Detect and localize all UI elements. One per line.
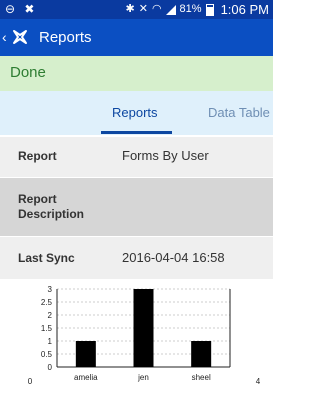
- tab-active-indicator: [101, 131, 172, 134]
- status-time: 1:06 PM: [220, 2, 269, 17]
- report-label: Report: [18, 149, 57, 163]
- status-bar: ⊖ ✖ ✱ ✕ ◠ 81% 1:06 PM: [0, 0, 273, 19]
- report-value: Forms By User: [122, 148, 209, 163]
- y-tick-label: 2.5: [41, 298, 53, 307]
- x-tick-label: 4: [256, 377, 261, 386]
- mute-icon: ✕: [138, 3, 148, 15]
- bar: [133, 289, 154, 367]
- y-tick-label: 3: [48, 285, 53, 294]
- report-description-row: Report Description: [0, 178, 273, 236]
- signal-icon: [165, 4, 176, 15]
- bar: [75, 341, 96, 367]
- y-tick-label: 1.5: [41, 324, 53, 333]
- status-right-icons: ✱ ✕ ◠ 81% 1:06 PM: [126, 3, 270, 16]
- app-logo-icon[interactable]: [11, 28, 29, 46]
- back-chevron-icon[interactable]: ‹: [2, 28, 7, 46]
- last-sync-value: 2016-04-04 16:58: [122, 250, 225, 265]
- x-category-label: amelia: [74, 373, 98, 382]
- bluetooth-icon: ✱: [125, 3, 135, 15]
- tab-data-table[interactable]: Data Table: [208, 105, 270, 121]
- status-left-icons: ⊖ ✖: [5, 2, 34, 16]
- x-category-label: sheel: [192, 373, 211, 382]
- report-row: Report Forms By User: [0, 137, 273, 177]
- last-sync-label: Last Sync: [18, 251, 75, 265]
- y-tick-label: 0: [48, 363, 53, 372]
- battery-percent: 81%: [179, 3, 202, 15]
- y-tick-label: 2: [48, 311, 53, 320]
- app-logo-icon: ✖: [24, 2, 35, 16]
- last-sync-row: Last Sync 2016-04-04 16:58: [0, 237, 273, 279]
- forms-by-user-chart: 0 0.5 1 1.5 2 2.5 3 amelia jen sheel 0 4: [0, 279, 273, 400]
- y-tick-label: 0.5: [41, 350, 53, 359]
- battery-icon: [205, 3, 214, 16]
- wifi-icon: ◠: [151, 3, 162, 15]
- x-tick-label: 0: [28, 377, 33, 386]
- app-title: Reports: [39, 29, 92, 46]
- bar: [191, 341, 212, 367]
- tab-bar: Reports Data Table: [0, 91, 273, 135]
- y-tick-label: 1: [48, 337, 53, 346]
- minus-circle-icon: ⊖: [5, 2, 16, 16]
- status-banner-text: Done: [10, 64, 46, 81]
- x-category-label: jen: [137, 373, 149, 382]
- tab-reports[interactable]: Reports: [112, 105, 158, 121]
- status-banner: Done: [0, 56, 273, 91]
- bar-chart: 0 0.5 1 1.5 2 2.5 3 amelia jen sheel 0 4: [28, 285, 261, 386]
- app-bar: ‹ Reports: [0, 19, 273, 56]
- report-description-label: Report Description: [18, 192, 85, 221]
